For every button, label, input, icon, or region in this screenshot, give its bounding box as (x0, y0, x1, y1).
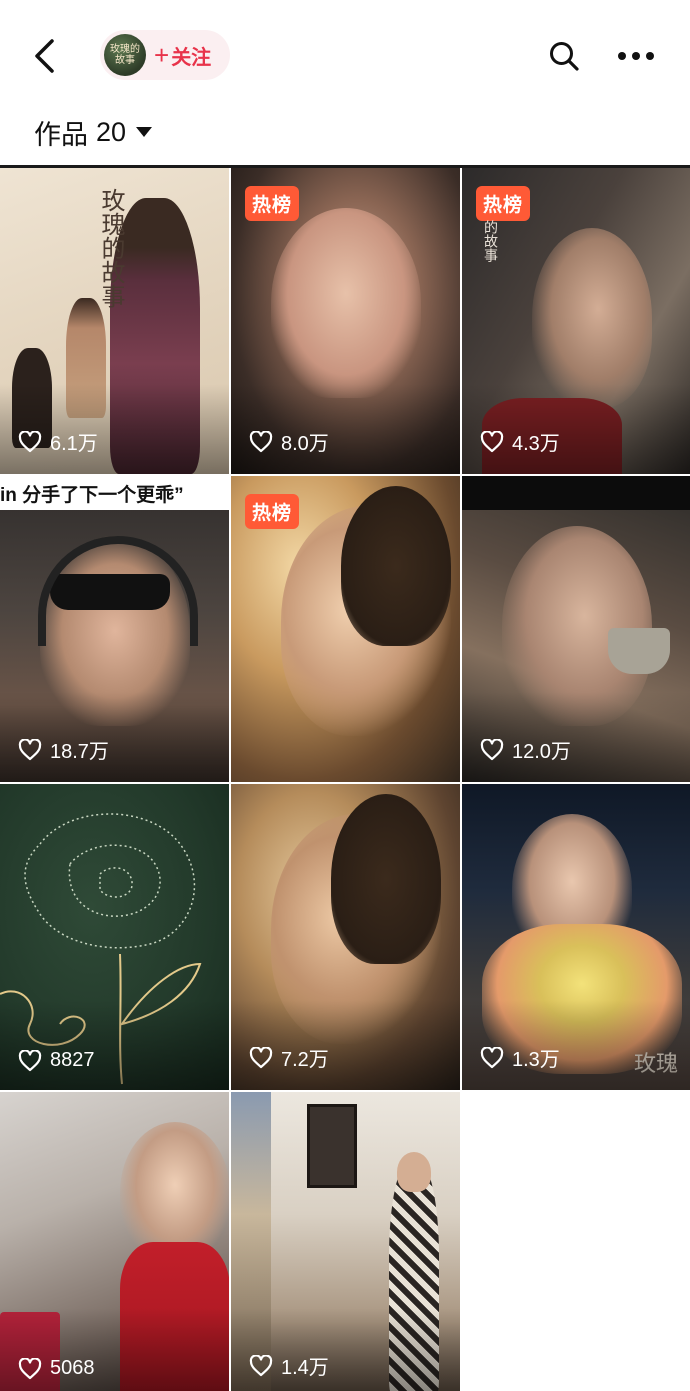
work-tile[interactable]: 玫瑰的故事 6.1万 (0, 168, 229, 474)
heart-icon (480, 738, 504, 760)
follow-label: 关注 (171, 46, 212, 69)
works-label: 作品 (34, 119, 88, 150)
portrait-face (271, 208, 421, 398)
like-count-value: 18.7万 (50, 741, 109, 763)
more-button[interactable] (612, 36, 660, 76)
like-count-value: 6.1万 (50, 433, 98, 455)
work-tile[interactable]: 12.0万 (462, 476, 690, 782)
account-chip[interactable]: 玫瑰的故事 + 关注 (100, 30, 230, 80)
plus-icon: + (154, 40, 170, 70)
wall-frame (307, 1104, 357, 1188)
portrait-face (397, 1152, 431, 1192)
caret-down-icon (136, 127, 153, 137)
poster-title: 玫瑰的故事 (97, 188, 125, 308)
hot-badge: 热榜 (476, 186, 531, 221)
like-count: 4.3万 (480, 427, 560, 456)
headset (38, 536, 198, 646)
work-tile[interactable]: 热榜 8.0万 (231, 168, 460, 474)
like-count: 6.1万 (18, 427, 98, 456)
like-count-value: 8.0万 (281, 433, 329, 455)
heart-icon (249, 1046, 273, 1068)
top-strip (462, 476, 690, 510)
empty-slot (462, 1092, 690, 1391)
like-count: 1.4万 (249, 1351, 329, 1380)
back-button[interactable] (24, 34, 64, 78)
works-grid: 玫瑰的故事 6.1万 热榜 8.0万 热榜 的故事 4.3万 in 分手了下一个… (0, 168, 690, 1391)
heart-icon (18, 1049, 42, 1071)
like-count: 7.2万 (249, 1043, 329, 1072)
works-dropdown[interactable]: 作品 20 (34, 112, 153, 152)
work-tile[interactable]: in 分手了下一个更乖” 18.7万 (0, 476, 229, 782)
heart-icon (480, 1046, 504, 1068)
like-count: 5068 (18, 1357, 95, 1380)
like-count-value: 1.3万 (512, 1049, 560, 1071)
hair-bun (341, 486, 451, 646)
top-bar: 玫瑰的故事 + 关注 (0, 0, 690, 110)
hot-badge: 热榜 (245, 494, 300, 529)
caption-text: in 分手了下一个更乖” (0, 485, 184, 506)
heart-icon (249, 430, 273, 452)
work-tile[interactable]: 8827 (0, 784, 229, 1090)
work-tile[interactable]: 5068 (0, 1092, 229, 1391)
work-tile[interactable]: 玫瑰 1.3万 (462, 784, 690, 1090)
hair-bun (331, 794, 441, 964)
avatar-text: 玫瑰的故事 (110, 44, 140, 66)
heart-icon (18, 738, 42, 760)
like-count: 18.7万 (18, 735, 109, 764)
like-count-value: 4.3万 (512, 433, 560, 455)
search-icon (550, 42, 579, 71)
work-tile[interactable]: 热榜 的故事 4.3万 (462, 168, 690, 474)
portrait-face (532, 228, 652, 408)
heart-icon (249, 1354, 273, 1376)
like-count: 8.0万 (249, 427, 329, 456)
heart-icon (480, 430, 504, 452)
tile-shade (0, 1000, 229, 1090)
like-count-value: 12.0万 (512, 741, 571, 763)
hot-badge: 热榜 (245, 186, 300, 221)
like-count-value: 1.4万 (281, 1357, 329, 1379)
work-tile[interactable]: 7.2万 (231, 784, 460, 1090)
poster-title: 的故事 (482, 220, 498, 262)
heart-icon (18, 1357, 42, 1379)
like-count-value: 7.2万 (281, 1049, 329, 1071)
works-count: 20 (96, 116, 127, 147)
avatar[interactable]: 玫瑰的故事 (104, 34, 146, 76)
work-tile[interactable]: 热榜 (231, 476, 460, 782)
heart-icon (18, 430, 42, 452)
work-tile[interactable]: 1.4万 (231, 1092, 460, 1391)
portrait-face (120, 1122, 229, 1262)
chevron-left-icon (35, 39, 54, 73)
like-count-value: 5068 (50, 1357, 95, 1379)
like-count: 8827 (18, 1049, 95, 1072)
more-horizontal-icon (618, 52, 654, 60)
like-count: 1.3万 (480, 1043, 560, 1072)
follow-button[interactable]: + 关注 (154, 41, 211, 70)
coffee-cup (608, 628, 670, 674)
like-count-value: 8827 (50, 1049, 95, 1071)
search-button[interactable] (544, 36, 584, 76)
like-count: 12.0万 (480, 735, 571, 764)
